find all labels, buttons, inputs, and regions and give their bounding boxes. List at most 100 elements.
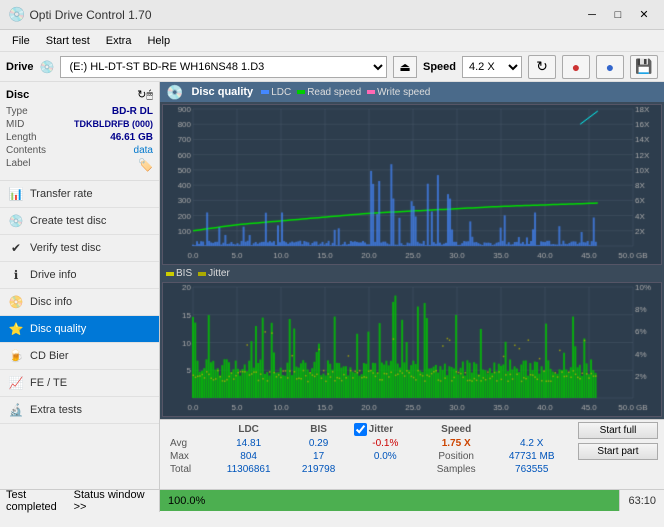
window-controls: ─ □ ✕ (580, 5, 656, 25)
sidebar-label-verify-test-disc: Verify test disc (30, 242, 101, 254)
max-jitter: 0.0% (350, 450, 421, 463)
maximize-button[interactable]: □ (606, 5, 630, 25)
disc-panel-title: Disc (6, 89, 29, 101)
legend: LDC Read speed Write speed (261, 87, 430, 98)
minimize-button[interactable]: ─ (580, 5, 604, 25)
app-icon: 💿 (8, 6, 25, 23)
disc-mid-key: MID (6, 119, 24, 130)
sidebar-label-drive-info: Drive info (30, 269, 76, 281)
chart2-canvas (163, 283, 661, 416)
sidebar-item-extra-tests[interactable]: 🔬 Extra tests (0, 397, 159, 424)
drive-label: Drive (6, 61, 34, 73)
bis-dot (166, 272, 174, 276)
drive-bar: Drive 💿 (E:) HL-DT-ST BD-RE WH16NS48 1.D… (0, 52, 664, 82)
start-part-button[interactable]: Start part (578, 443, 658, 460)
col-ldc: LDC (210, 422, 288, 437)
disc-info-panel: Disc ↻🖱 Type BD-R DL MID TDKBLDRFB (000)… (0, 82, 159, 181)
position-label: Position (421, 450, 491, 463)
sidebar-item-create-test-disc[interactable]: 💿 Create test disc (0, 208, 159, 235)
bis-label: BIS (176, 268, 192, 279)
max-bis: 17 (288, 450, 350, 463)
jitter-label: Jitter (369, 424, 393, 435)
samples-val: 763555 (491, 463, 572, 476)
disc-refresh-icon[interactable]: ↻🖱 (137, 88, 153, 102)
cd-bier-icon: 🍺 (8, 348, 24, 364)
position-val: 47731 MB (491, 450, 572, 463)
dq-title: Disc quality (191, 86, 253, 98)
total-label: Total (166, 463, 210, 476)
disc-label-icon[interactable]: 🏷️ (138, 158, 153, 172)
disc-length-key: Length (6, 132, 37, 143)
disc-length-val: 46.61 GB (110, 132, 153, 143)
col-bis: BIS (288, 422, 350, 437)
status-window-button[interactable]: Test completed Status window >> (0, 490, 160, 512)
ldc-dot (261, 90, 269, 94)
sidebar-item-drive-info[interactable]: ℹ Drive info (0, 262, 159, 289)
create-test-disc-icon: 💿 (8, 213, 24, 229)
avg-ldc: 14.81 (210, 437, 288, 450)
progress-bar (160, 490, 619, 511)
col-empty2 (491, 422, 572, 437)
write-speed-label: Write speed (377, 87, 430, 98)
bottom-bar: Test completed Status window >> 100.0% 6… (0, 489, 664, 511)
drive-info-icon: ℹ (8, 267, 24, 283)
avg-speed: 1.75 X (421, 437, 491, 450)
transfer-rate-icon: 📊 (8, 186, 24, 202)
main-layout: Disc ↻🖱 Type BD-R DL MID TDKBLDRFB (000)… (0, 82, 664, 489)
samples-label: Samples (421, 463, 491, 476)
disc-info-icon: 📀 (8, 294, 24, 310)
title-bar: 💿 Opti Drive Control 1.70 ─ □ ✕ (0, 0, 664, 30)
charts-container: BIS Jitter (160, 102, 664, 419)
stats-table: LDC BIS Jitter Speed (166, 422, 572, 476)
stats-row-total: Total 11306861 219798 Samples 763555 (166, 463, 572, 476)
legend2: BIS Jitter (166, 268, 230, 279)
stats-row-max: Max 804 17 0.0% Position 47731 MB (166, 450, 572, 463)
speed-select[interactable]: 4.2 X (462, 56, 522, 78)
start-full-button[interactable]: Start full (578, 422, 658, 439)
sidebar-label-transfer-rate: Transfer rate (30, 188, 93, 200)
menu-extra[interactable]: Extra (98, 33, 140, 49)
sidebar-item-verify-test-disc[interactable]: ✔ Verify test disc (0, 235, 159, 262)
sidebar-label-cd-bier: CD Bier (30, 350, 69, 362)
chart2-header: BIS Jitter (162, 267, 662, 280)
col-empty (166, 422, 210, 437)
menu-file[interactable]: File (4, 33, 38, 49)
menu-help[interactable]: Help (139, 33, 178, 49)
progress-container: 100.0% (160, 490, 619, 511)
toolbar-btn-2[interactable]: ● (596, 55, 624, 79)
app-title: Opti Drive Control 1.70 (29, 8, 580, 22)
eject-button[interactable]: ⏏ (393, 56, 417, 78)
ldc-label: LDC (271, 87, 291, 98)
status-completed-text: Test completed (6, 489, 74, 513)
disc-quality-icon: ⭐ (8, 321, 24, 337)
sidebar-item-fe-te[interactable]: 📈 FE / TE (0, 370, 159, 397)
disc-contents-val: data (134, 145, 153, 156)
disc-quality-header: 💿 Disc quality LDC Read speed Write spee… (160, 82, 664, 102)
max-ldc: 804 (210, 450, 288, 463)
legend-read-speed: Read speed (297, 87, 361, 98)
menu-start-test[interactable]: Start test (38, 33, 98, 49)
legend-jitter: Jitter (198, 268, 230, 279)
legend-ldc: LDC (261, 87, 291, 98)
stats-row-avg: Avg 14.81 0.29 -0.1% 1.75 X 4.2 X (166, 437, 572, 450)
jitter-check-label[interactable]: Jitter (354, 423, 417, 436)
save-button[interactable]: 💾 (630, 55, 658, 79)
sidebar-label-disc-info: Disc info (30, 296, 72, 308)
sidebar-item-disc-info[interactable]: 📀 Disc info (0, 289, 159, 316)
speed-label: Speed (423, 61, 456, 73)
close-button[interactable]: ✕ (632, 5, 656, 25)
sidebar-item-disc-quality[interactable]: ⭐ Disc quality (0, 316, 159, 343)
toolbar-btn-1[interactable]: ● (562, 55, 590, 79)
sidebar-item-cd-bier[interactable]: 🍺 CD Bier (0, 343, 159, 370)
disc-type-val: BD-R DL (112, 106, 153, 117)
legend-write-speed: Write speed (367, 87, 430, 98)
sidebar-item-transfer-rate[interactable]: 📊 Transfer rate (0, 181, 159, 208)
drive-select[interactable]: (E:) HL-DT-ST BD-RE WH16NS48 1.D3 (60, 56, 387, 78)
sidebar-label-create-test-disc: Create test disc (30, 215, 106, 227)
dq-icon: 💿 (166, 84, 183, 101)
refresh-button[interactable]: ↻ (528, 55, 556, 79)
disc-label-key: Label (6, 158, 30, 172)
disc-contents-key: Contents (6, 145, 46, 156)
jitter-checkbox[interactable] (354, 423, 367, 436)
disc-mid-val: TDKBLDRFB (000) (74, 119, 153, 130)
